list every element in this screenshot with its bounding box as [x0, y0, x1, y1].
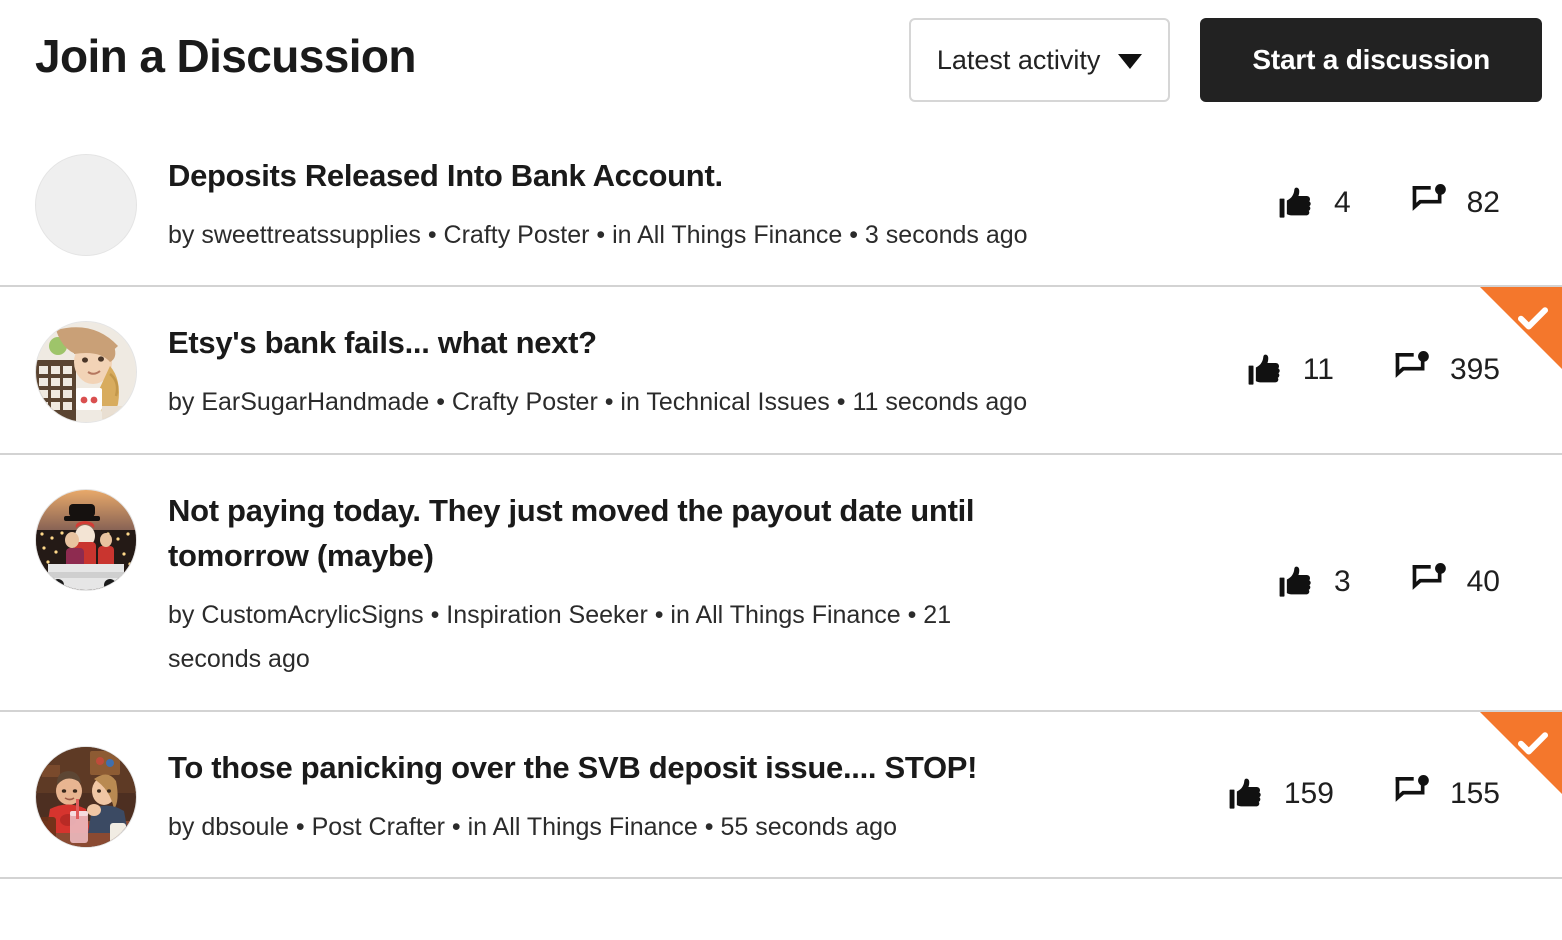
discussion-stats: 4 82 [1278, 183, 1500, 222]
thumbs-up-icon [1279, 566, 1311, 597]
discussion-meta: by sweettreatssupplies • Crafty Poster •… [168, 220, 1028, 249]
comment-count: 40 [1466, 565, 1500, 599]
like-count: 11 [1302, 353, 1334, 387]
check-icon [1517, 731, 1549, 755]
chevron-down-icon [1118, 54, 1143, 69]
discussion-stats: 159 155 [1228, 775, 1500, 813]
like-stat[interactable]: 4 [1278, 184, 1351, 222]
comment-count: 82 [1466, 185, 1500, 219]
discussion-row[interactable]: Not paying today. They just moved the pa… [0, 455, 1562, 712]
like-stat[interactable]: 11 [1247, 351, 1334, 389]
start-discussion-button[interactable]: Start a discussion [1200, 18, 1542, 102]
discussion-row[interactable]: Deposits Released Into Bank Account. by s… [0, 120, 1562, 288]
discussion-body: Not paying today. They just moved the pa… [137, 483, 1112, 682]
comment-count: 155 [1449, 777, 1500, 811]
discussion-meta: by CustomAcrylicSigns • Inspiration Seek… [168, 600, 952, 674]
comment-bubble-icon [1412, 563, 1446, 591]
avatar[interactable] [35, 154, 137, 256]
discussion-body: To those panicking over the SVB deposit … [137, 740, 1112, 849]
thumbs-up-icon [1279, 187, 1311, 218]
page-title: Join a Discussion [35, 30, 417, 82]
like-stat[interactable]: 159 [1228, 775, 1334, 813]
header-actions: Latest activity Start a discussion [908, 18, 1542, 102]
discussion-list: Deposits Released Into Bank Account. by s… [0, 120, 1562, 880]
like-count: 3 [1333, 565, 1351, 599]
discussion-title[interactable]: Deposits Released Into Bank Account. [168, 154, 1092, 199]
thumbs-up-icon [1248, 354, 1280, 385]
comment-bubble-icon [1412, 183, 1446, 211]
discussion-row[interactable]: To those panicking over the SVB deposit … [0, 711, 1562, 880]
like-stat[interactable]: 3 [1278, 563, 1351, 601]
comment-bubble-icon [1395, 775, 1429, 803]
discussion-title[interactable]: Not paying today. They just moved the pa… [168, 489, 1092, 579]
avatar-image [36, 322, 136, 423]
sort-dropdown-label: Latest activity [936, 44, 1101, 75]
comment-stat[interactable]: 82 [1411, 183, 1500, 222]
avatar-image [36, 489, 136, 590]
discussion-body: Deposits Released Into Bank Account. by s… [137, 148, 1112, 257]
like-count: 4 [1333, 185, 1351, 219]
comment-stat[interactable]: 40 [1411, 563, 1500, 601]
avatar-image [36, 746, 136, 847]
sort-dropdown[interactable]: Latest activity [908, 18, 1171, 102]
comment-bubble-icon [1395, 351, 1429, 379]
page-header: Join a Discussion Latest activity Start … [0, 0, 1562, 120]
discussion-stats: 3 40 [1278, 563, 1500, 601]
avatar[interactable] [35, 321, 137, 424]
comment-stat[interactable]: 155 [1394, 775, 1500, 813]
avatar-placeholder [36, 155, 136, 255]
avatar[interactable] [35, 745, 137, 848]
comment-stat[interactable]: 395 [1394, 351, 1500, 389]
discussion-title[interactable]: Etsy's bank fails... what next? [168, 321, 1092, 366]
join-discussion-page: Join a Discussion Latest activity Start … [0, 0, 1562, 940]
discussion-row[interactable]: Etsy's bank fails... what next? by EarSug… [0, 287, 1562, 455]
discussion-body: Etsy's bank fails... what next? by EarSug… [137, 315, 1112, 424]
check-icon [1517, 307, 1549, 330]
discussion-title[interactable]: To those panicking over the SVB deposit … [168, 746, 1092, 791]
like-count: 159 [1283, 777, 1334, 811]
thumbs-up-icon [1229, 779, 1261, 810]
discussion-meta: by dbsoule • Post Crafter • in All Thing… [168, 812, 897, 841]
discussion-stats: 11 395 [1247, 351, 1500, 389]
comment-count: 395 [1449, 353, 1500, 387]
avatar[interactable] [35, 488, 137, 591]
discussion-meta: by EarSugarHandmade • Crafty Poster • in… [168, 388, 1028, 417]
